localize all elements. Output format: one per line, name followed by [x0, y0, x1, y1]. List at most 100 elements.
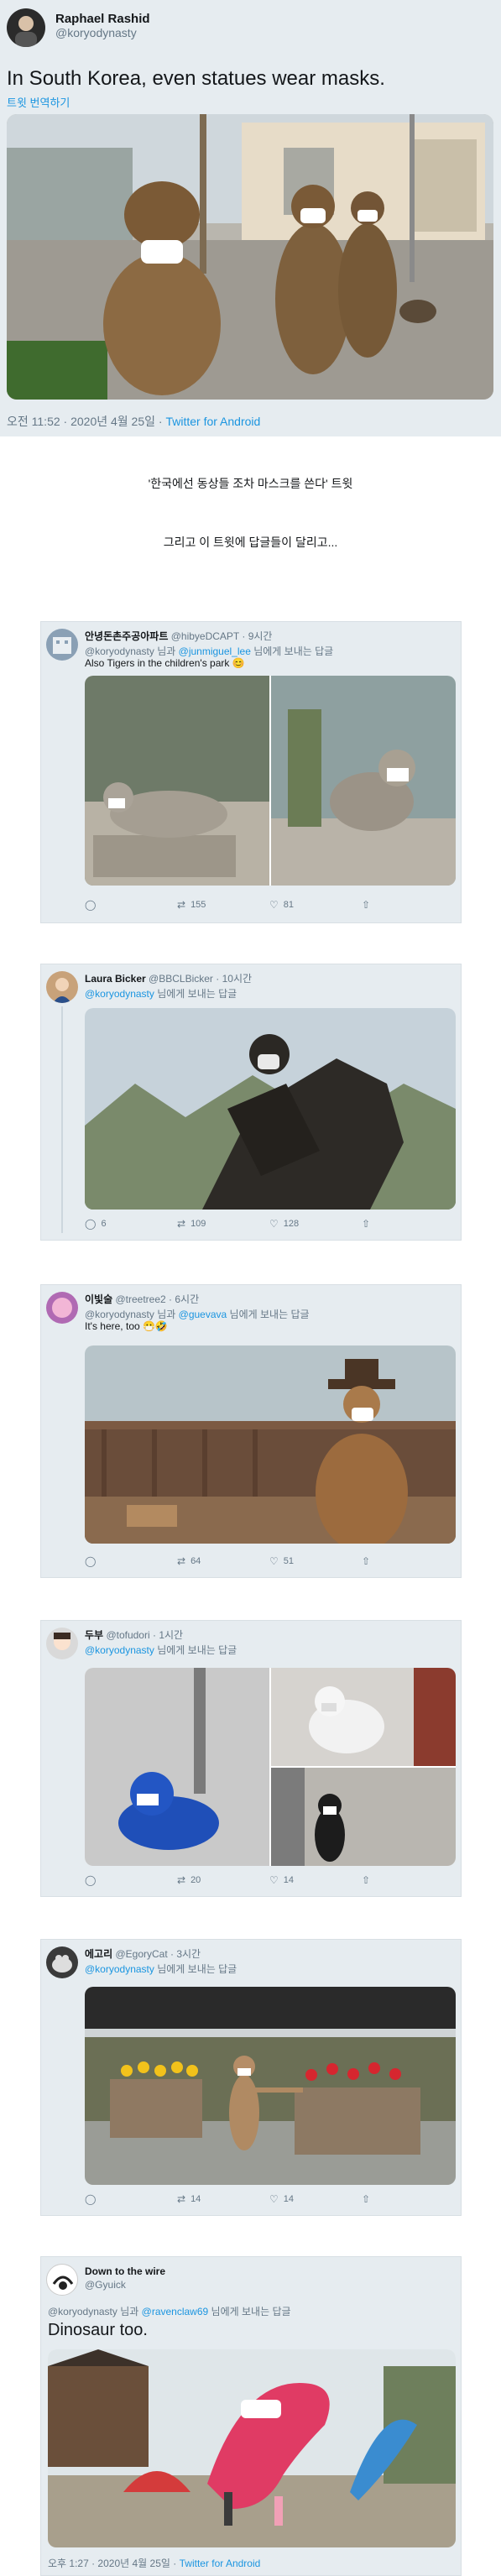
gat-statue-photo[interactable]: [85, 1345, 456, 1544]
share-button[interactable]: ⇧: [362, 1555, 454, 1567]
avatar[interactable]: [46, 1292, 78, 1324]
like-button[interactable]: ♡ 14: [269, 2193, 362, 2205]
reply-to-line: @koryodynasty 님과 @ravenclaw69 님에게 보내는 답글: [48, 2304, 291, 2318]
share-button[interactable]: ⇧: [362, 899, 454, 911]
retweet-icon: ⇄: [177, 1874, 186, 1886]
mention-link[interactable]: @guevava: [179, 1309, 227, 1320]
mention-link[interactable]: @junmiguel_lee: [179, 645, 251, 657]
tiger-photo-2[interactable]: [271, 676, 456, 886]
avatar[interactable]: [46, 1628, 78, 1659]
retweet-count: 20: [190, 1875, 201, 1885]
comment-icon: ◯: [85, 1555, 97, 1567]
mention-link[interactable]: @koryodynasty: [85, 1644, 154, 1656]
reply-author-handle[interactable]: @BBCLBicker: [149, 973, 213, 985]
caption-line-2: 그리고 이 트윗에 답글들이 달리고...: [163, 536, 338, 549]
share-button[interactable]: ⇧: [362, 1874, 454, 1886]
reply-header: Laura Bicker @BBCLBicker · 10시간: [85, 971, 252, 985]
reply-media[interactable]: [85, 676, 456, 886]
reply-card-1[interactable]: 안녕돈촌주공아파트 @hibyeDCAPT · 9시간 @koryodynast…: [40, 621, 462, 923]
reply-text: Dinosaur too.: [48, 2321, 148, 2339]
footer-client-link[interactable]: Twitter for Android: [180, 2558, 261, 2569]
mention-link[interactable]: @ravenclaw69: [142, 2306, 209, 2317]
reply-author-handle[interactable]: @EgoryCat: [115, 1948, 167, 1960]
dinosaur-photo[interactable]: [48, 2349, 456, 2547]
thread-line: [61, 1006, 63, 1233]
white-dog-photo[interactable]: [271, 1668, 456, 1766]
retweet-button[interactable]: ⇄ 14: [177, 2193, 269, 2205]
reply-button[interactable]: ◯ 6: [85, 1218, 177, 1230]
girl-statue-photo[interactable]: [85, 1987, 456, 2185]
tiger-photo-1[interactable]: [85, 676, 269, 886]
like-count: 51: [283, 1556, 295, 1566]
reply-card-4[interactable]: 두부 @tofudori · 1시간 @koryodynasty 님에게 보내는…: [40, 1620, 462, 1897]
reply-author-handle[interactable]: @tofudori: [106, 1629, 149, 1641]
avatar[interactable]: [46, 629, 78, 661]
reply-author-name[interactable]: 두부: [85, 1629, 103, 1641]
reply-header: 에고리 @EgoryCat · 3시간: [85, 1946, 201, 1961]
horse-rider-photo[interactable]: [85, 1008, 456, 1210]
like-count: 14: [283, 1875, 295, 1885]
author-name[interactable]: Raphael Rashid: [55, 12, 150, 26]
share-button[interactable]: ⇧: [362, 2193, 454, 2205]
reply-actions: ◯ ⇄ 20 ♡ 14 ⇧: [85, 1874, 454, 1886]
reply-author-name[interactable]: Down to the wire: [85, 2265, 165, 2277]
reply-text: It's here, too 😷🤣: [85, 1320, 168, 1332]
reply-media[interactable]: [85, 1345, 456, 1544]
reply-author-handle[interactable]: @hibyeDCAPT: [171, 630, 239, 642]
reply-author-name[interactable]: 에고리: [85, 1948, 112, 1960]
retweet-button[interactable]: ⇄ 20: [177, 1874, 269, 1886]
reply-card-5[interactable]: 에고리 @EgoryCat · 3시간 @koryodynasty 님에게 보내…: [40, 1939, 462, 2216]
reply-button[interactable]: ◯: [85, 1555, 177, 1567]
retweet-button[interactable]: ⇄ 109: [177, 1218, 269, 1230]
retweet-count: 109: [190, 1219, 206, 1229]
reply-button[interactable]: ◯: [85, 2193, 177, 2205]
reply-media[interactable]: [85, 1668, 456, 1866]
reply-author-name[interactable]: Laura Bicker: [85, 973, 146, 985]
mention-link[interactable]: @koryodynasty: [85, 988, 154, 1000]
reply-card-2[interactable]: Laura Bicker @BBCLBicker · 10시간 @koryody…: [40, 964, 462, 1241]
reply-button[interactable]: ◯: [85, 1874, 177, 1886]
photo-stack: [271, 1668, 456, 1866]
tweet-photo[interactable]: [7, 114, 493, 400]
reply-author-name[interactable]: 이빛술: [85, 1293, 112, 1305]
tweet-client-link[interactable]: Twitter for Android: [165, 415, 260, 428]
retweet-button[interactable]: ⇄ 155: [177, 899, 269, 911]
reply-handle-line: @Gyuick: [85, 2279, 126, 2291]
share-icon: ⇧: [362, 899, 371, 911]
avatar[interactable]: [46, 971, 78, 1003]
reply-button[interactable]: ◯: [85, 899, 177, 911]
black-cat-photo[interactable]: [271, 1768, 456, 1866]
blue-cat-photo[interactable]: [85, 1668, 269, 1866]
like-button[interactable]: ♡ 14: [269, 1874, 362, 1886]
reply-author-handle[interactable]: @Gyuick: [85, 2279, 126, 2291]
share-icon: ⇧: [362, 1874, 371, 1886]
reply-header: 안녕돈촌주공아파트 @hibyeDCAPT · 9시간: [85, 629, 272, 643]
reply-author-handle[interactable]: @treetree2: [115, 1293, 165, 1305]
share-button[interactable]: ⇧: [362, 1218, 454, 1230]
retweet-count: 64: [190, 1556, 201, 1566]
reply-card-6[interactable]: Down to the wire @Gyuick @koryodynasty 님…: [40, 2256, 462, 2576]
reply-media[interactable]: [85, 1008, 456, 1210]
like-count: 128: [283, 1219, 300, 1229]
comment-icon: ◯: [85, 899, 97, 911]
like-button[interactable]: ♡ 51: [269, 1555, 362, 1567]
author-handle[interactable]: @koryodynasty: [55, 26, 150, 39]
retweet-icon: ⇄: [177, 1555, 186, 1567]
reply-card-3[interactable]: 이빛술 @treetree2 · 6시간 @koryodynasty 님과 @g…: [40, 1284, 462, 1578]
avatar[interactable]: [7, 8, 45, 47]
tweet-meta: 오전 11:52 · 2020년 4월 25일 · Twitter for An…: [7, 415, 261, 428]
avatar[interactable]: [46, 1946, 78, 1978]
translate-link[interactable]: 트윗 번역하기: [7, 94, 385, 110]
retweet-button[interactable]: ⇄ 64: [177, 1555, 269, 1567]
mention-link[interactable]: @koryodynasty: [85, 1963, 154, 1975]
reply-to-prefix: @koryodynasty 님과: [85, 645, 179, 657]
like-button[interactable]: ♡ 128: [269, 1218, 362, 1230]
avatar[interactable]: [46, 2264, 78, 2296]
like-button[interactable]: ♡ 81: [269, 899, 362, 911]
comment-icon: ◯: [85, 1874, 97, 1886]
reply-author-name[interactable]: 안녕돈촌주공아파트: [85, 630, 168, 642]
reply-media[interactable]: [48, 2349, 456, 2547]
reply-media[interactable]: [85, 1987, 456, 2185]
reply-to-line: @koryodynasty 님과 @junmiguel_lee 님에게 보내는 …: [85, 644, 333, 658]
reply-to-line: @koryodynasty 님과 @guevava 님에게 보내는 답글: [85, 1307, 310, 1321]
